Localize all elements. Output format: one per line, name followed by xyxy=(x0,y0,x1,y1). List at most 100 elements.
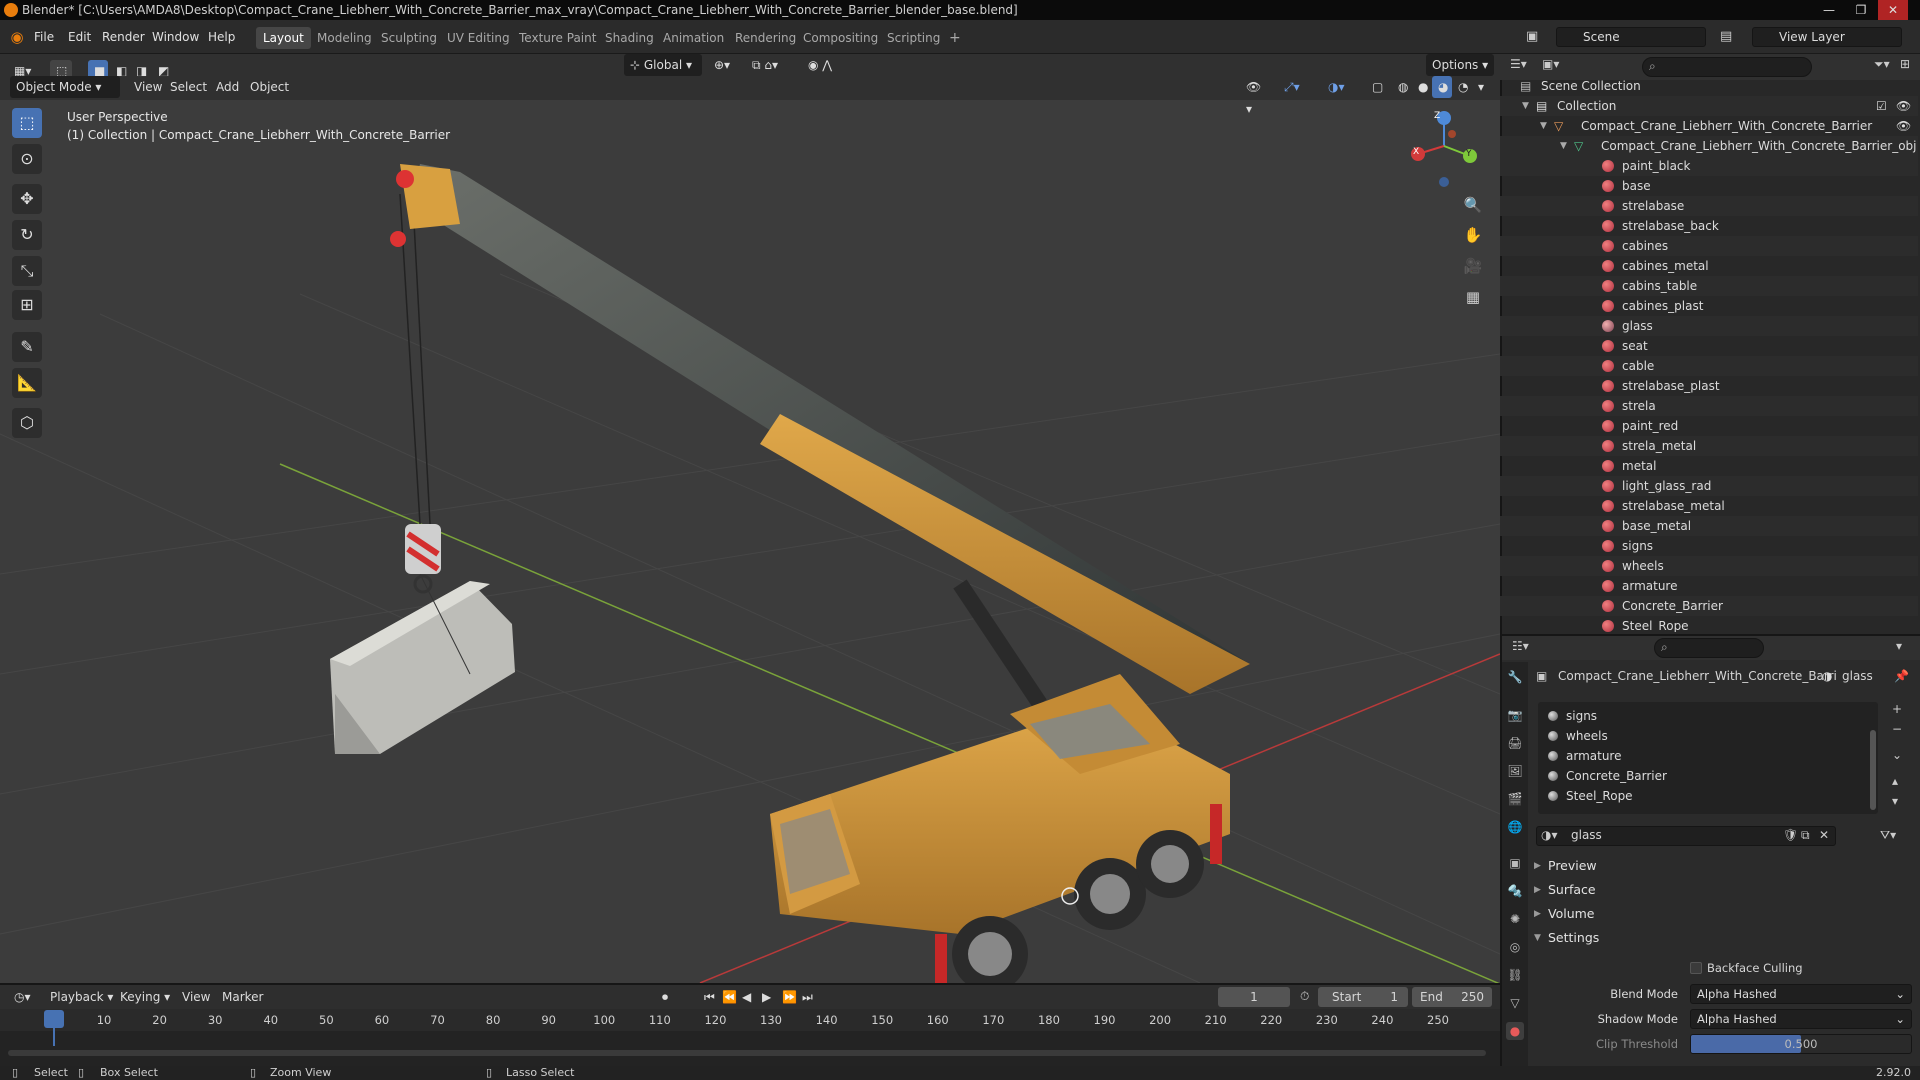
wireframe-shading-icon[interactable]: ◍ xyxy=(1392,76,1412,98)
menu-file[interactable]: File xyxy=(34,20,54,54)
view-layer-field[interactable]: View Layer xyxy=(1752,27,1902,47)
material-row[interactable]: base xyxy=(1500,176,1918,196)
scene-collection-row[interactable]: ▤ Scene Collection xyxy=(1500,76,1918,96)
properties-editor-type-icon[interactable]: ☷▾ xyxy=(1512,639,1529,653)
move-tool[interactable]: ✥ xyxy=(12,184,42,214)
playhead[interactable] xyxy=(44,1010,64,1028)
menu-help[interactable]: Help xyxy=(208,20,235,54)
view-layer-tab-icon[interactable]: 🖼 xyxy=(1506,762,1524,780)
panel-volume[interactable]: ▶ Volume xyxy=(1530,902,1916,926)
material-row[interactable]: strelabase_back xyxy=(1500,216,1918,236)
material-row[interactable]: seat xyxy=(1500,336,1918,356)
material-row[interactable]: strela xyxy=(1500,396,1918,416)
start-frame-field[interactable]: Start 1 xyxy=(1318,987,1408,1007)
material-slot[interactable]: Concrete_Barrier xyxy=(1544,766,1884,786)
play-icon[interactable]: ▶ xyxy=(756,986,777,1008)
material-row[interactable]: Steel_Rope xyxy=(1500,616,1918,632)
blender-menu-icon[interactable]: ◉ xyxy=(8,20,26,54)
particles-tab-icon[interactable]: ✺ xyxy=(1506,910,1524,928)
material-row[interactable]: cabins_table xyxy=(1500,276,1918,296)
new-collection-icon[interactable]: ⊞ xyxy=(1900,57,1910,71)
visibility-icon[interactable]: 👁▾ xyxy=(1240,76,1270,116)
object-row[interactable]: ▼ ▽ Compact_Crane_Liebherr_With_Concrete… xyxy=(1500,116,1918,136)
tab-uv-editing[interactable]: UV Editing xyxy=(440,27,517,49)
material-row[interactable]: signs xyxy=(1500,536,1918,556)
tab-modeling[interactable]: Modeling xyxy=(310,27,379,49)
collection-visibility-icon[interactable]: 👁 xyxy=(1896,96,1911,116)
collection-expand-icon[interactable]: ▼ xyxy=(1522,96,1529,116)
filter-icon[interactable]: ⏷▾ xyxy=(1874,57,1890,72)
options-dropdown[interactable]: Options ▾ xyxy=(1426,54,1495,76)
world-tab-icon[interactable]: 🌐 xyxy=(1506,818,1524,836)
object-mode-dropdown[interactable]: Object Mode ▾ xyxy=(10,76,120,98)
material-row[interactable]: light_glass_rad xyxy=(1500,476,1918,496)
proportional-edit-icon[interactable]: ◉ ⋀ xyxy=(802,54,842,76)
play-reverse-icon[interactable]: ◀ xyxy=(736,986,757,1008)
link-browse-icon[interactable]: ⛛▾ xyxy=(1880,828,1896,843)
move-slot-up-button[interactable]: ▴ xyxy=(1892,774,1898,788)
annotate-tool[interactable]: ✎ xyxy=(12,332,42,362)
material-slot[interactable]: signs xyxy=(1544,706,1884,726)
scene-tab-icon[interactable]: 🎬 xyxy=(1506,790,1524,808)
current-frame-field[interactable]: 1 xyxy=(1218,987,1290,1007)
material-row[interactable]: Concrete_Barrier xyxy=(1500,596,1918,616)
preview-range-icon[interactable]: ⏱ xyxy=(1300,989,1309,1004)
backface-culling-checkbox[interactable] xyxy=(1690,962,1702,974)
scene-selector-icon[interactable]: ▣ xyxy=(1526,27,1548,47)
rotate-tool[interactable]: ↻ xyxy=(12,220,42,250)
tool-tab-icon[interactable]: 🔧 xyxy=(1506,668,1524,686)
material-row[interactable]: paint_red xyxy=(1500,416,1918,436)
duplicate-material-icon[interactable]: ⧉ xyxy=(1801,828,1810,843)
solid-shading-icon[interactable]: ● xyxy=(1412,76,1432,98)
material-preview-shading-icon[interactable]: ◕ xyxy=(1432,76,1452,98)
add-cube-tool[interactable]: ⬡ xyxy=(12,408,42,438)
material-row[interactable]: cabines_metal xyxy=(1500,256,1918,276)
mesh-expand-icon[interactable]: ▼ xyxy=(1560,136,1567,156)
tab-shading[interactable]: Shading xyxy=(598,27,661,49)
physics-tab-icon[interactable]: ◎ xyxy=(1506,938,1524,956)
outliner-search-input[interactable]: ⌕ xyxy=(1642,57,1812,77)
menu-edit[interactable]: Edit xyxy=(68,20,91,54)
close-button[interactable]: ✕ xyxy=(1878,0,1908,20)
material-row[interactable]: armature xyxy=(1500,576,1918,596)
pivot-point-icon[interactable]: ⊕▾ xyxy=(708,54,738,76)
orthographic-toggle-icon[interactable]: ▦ xyxy=(1460,284,1486,310)
gizmo-toggle-icon[interactable]: ⤢▾ xyxy=(1278,76,1314,98)
panel-preview[interactable]: ▶ Preview xyxy=(1530,854,1916,878)
jump-end-icon[interactable]: ⏭ xyxy=(796,986,819,1008)
outliner-editor-type-icon[interactable]: ☰▾ xyxy=(1510,57,1527,71)
snap-icon[interactable]: ⧉ ⌂▾ xyxy=(746,54,796,76)
material-row[interactable]: metal xyxy=(1500,456,1918,476)
viewport-menu-object[interactable]: Object xyxy=(244,76,295,98)
material-row[interactable]: paint_black xyxy=(1500,156,1918,176)
transform-orientation-dropdown[interactable]: ⊹ Global ▾ xyxy=(624,54,702,76)
timeline-editor-type-icon[interactable]: ◷▾ xyxy=(8,986,37,1008)
material-row[interactable]: cabines xyxy=(1500,236,1918,256)
material-row[interactable]: strela_metal xyxy=(1500,436,1918,456)
material-slot[interactable]: wheels xyxy=(1544,726,1884,746)
panel-settings[interactable]: ▼ Settings xyxy=(1530,926,1916,950)
material-row[interactable]: cabines_plast xyxy=(1500,296,1918,316)
material-name-field[interactable]: glass xyxy=(1571,828,1602,842)
auto-keying-icon[interactable]: ⏺ xyxy=(656,986,674,1008)
tab-scripting[interactable]: Scripting xyxy=(880,27,947,49)
material-row[interactable]: cable xyxy=(1500,356,1918,376)
material-row[interactable]: wheels xyxy=(1500,556,1918,576)
remove-slot-button[interactable]: − xyxy=(1892,722,1902,736)
tab-sculpting[interactable]: Sculpting xyxy=(374,27,444,49)
viewport-menu-add[interactable]: Add xyxy=(210,76,245,98)
object-tab-icon[interactable]: ▣ xyxy=(1506,854,1524,872)
timeline-menu-playback[interactable]: Playback ▾ xyxy=(44,986,119,1008)
rendered-shading-icon[interactable]: ◔ xyxy=(1452,76,1472,98)
clip-threshold-slider[interactable]: 0.500 xyxy=(1690,1034,1912,1054)
unlink-material-icon[interactable]: ✕ xyxy=(1819,828,1829,842)
xray-toggle-icon[interactable]: ▢ xyxy=(1366,76,1388,98)
tab-animation[interactable]: Animation xyxy=(656,27,731,49)
material-slot[interactable]: armature xyxy=(1544,746,1884,766)
3d-viewport[interactable] xyxy=(0,54,1500,983)
shadow-mode-dropdown[interactable]: Alpha Hashed ⌄ xyxy=(1690,1009,1912,1029)
shading-options-icon[interactable]: ▾ xyxy=(1472,76,1488,98)
cursor-tool[interactable]: ⊙ xyxy=(12,144,42,174)
material-tab-icon[interactable]: ● xyxy=(1506,1022,1524,1040)
transform-tool[interactable]: ⊞ xyxy=(12,290,42,320)
